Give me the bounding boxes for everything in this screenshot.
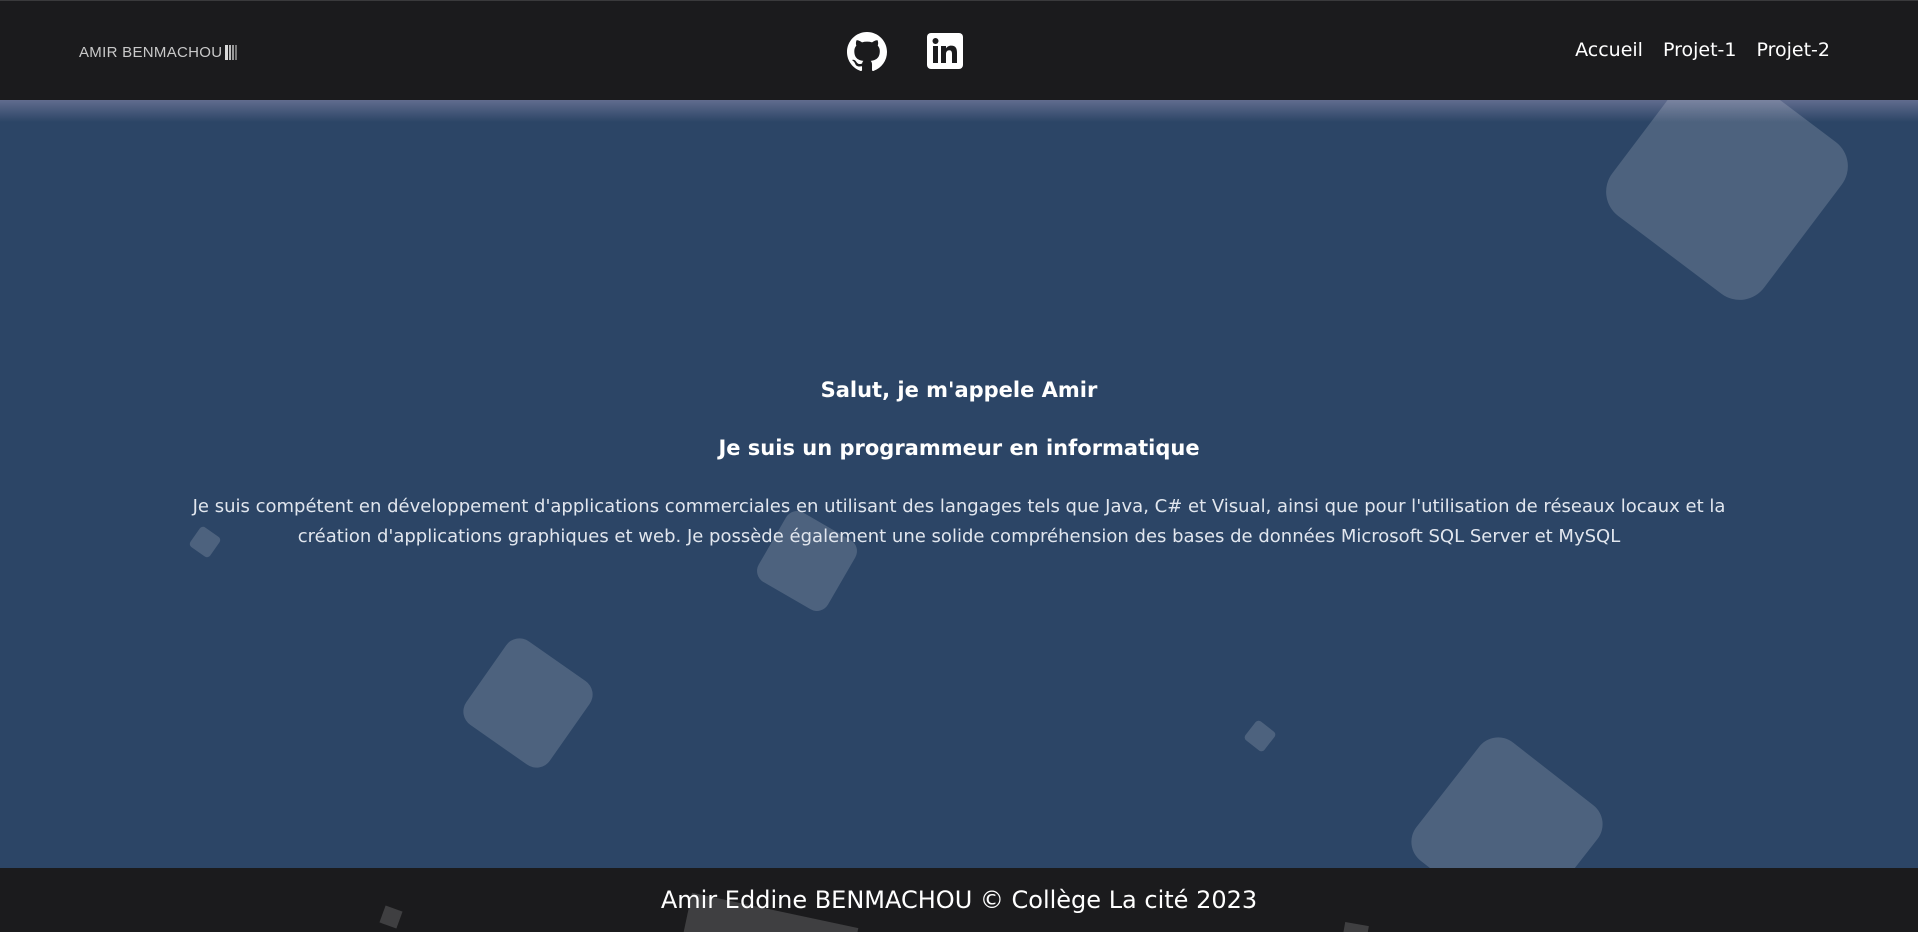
brand-logo[interactable]: AMIR BENMACHOU	[79, 42, 238, 62]
nav-link-accueil[interactable]: Accueil	[1575, 39, 1643, 61]
nav-links: Accueil Projet-1 Projet-2	[1575, 39, 1830, 61]
brand-text: AMIR BENMACHOU	[79, 43, 223, 61]
hero-subtitle: Je suis un programmeur en informatique	[718, 436, 1200, 460]
hero-section: Salut, je m'appele Amir Je suis un progr…	[0, 360, 1918, 552]
brand-bars-icon	[225, 44, 238, 60]
navbar: AMIR BENMACHOU Accueil Projet-1 Projet-2	[0, 0, 1918, 100]
footer: Amir Eddine BENMACHOU © Collège La cité …	[0, 868, 1918, 932]
hero-description: Je suis compétent en développement d'app…	[192, 496, 1726, 547]
hero-greeting: Salut, je m'appele Amir	[820, 378, 1098, 402]
decor-square	[456, 631, 600, 775]
decor-square	[1243, 719, 1277, 753]
linkedin-icon[interactable]	[927, 33, 963, 69]
nav-link-projet-1[interactable]: Projet-1	[1663, 39, 1737, 61]
navbar-shadow	[0, 100, 1918, 122]
nav-link-projet-2[interactable]: Projet-2	[1756, 39, 1830, 61]
github-icon[interactable]	[847, 32, 887, 72]
